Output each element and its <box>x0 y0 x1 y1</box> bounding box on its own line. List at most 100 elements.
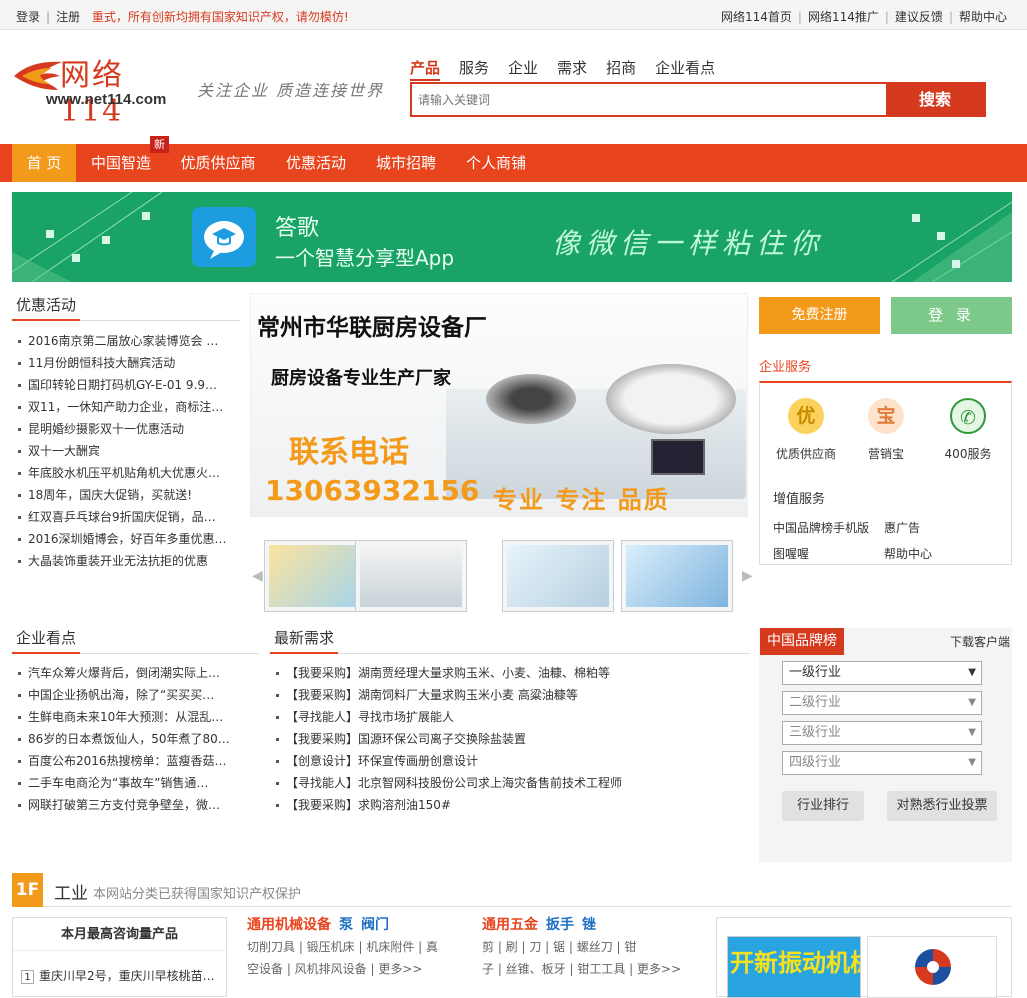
value-added-title: 增值服务 <box>773 492 826 507</box>
demand-item[interactable]: 【我要采购】湖南饲料厂大量求购玉米小麦 高粱油糠等 <box>270 684 750 706</box>
register-link[interactable]: 注册 <box>56 10 80 24</box>
search-tabs: 产品 服务 企业 需求 招商 企业看点 <box>410 57 734 81</box>
next-arrow-icon[interactable]: ▶ <box>742 568 753 584</box>
feedback-link[interactable]: 建议反馈 <box>895 10 943 24</box>
prev-arrow-icon[interactable]: ◀ <box>252 568 263 584</box>
hotline-label[interactable]: 400服务 <box>928 445 1008 462</box>
nav-jobs[interactable]: 城市招聘 <box>365 144 447 182</box>
category-sub[interactable]: 锉 <box>582 917 596 933</box>
list-item[interactable]: 11月份朗恒科技大酬宾活动 <box>12 352 240 374</box>
category-links[interactable]: 切削刀具 | 锻压机床 | 机床附件 | 真 <box>247 936 462 958</box>
rank-number: 1 <box>21 970 34 984</box>
nav-promotions[interactable]: 优惠活动 <box>275 144 357 182</box>
floor-name[interactable]: 工业 <box>54 879 88 904</box>
latest-demands-section: 最新需求 【我要采购】湖南贾经理大量求购玉米、小麦、油糠、棉粕等 【我要采购】湖… <box>270 627 750 816</box>
featured-ad[interactable]: 常州市华联厨房设备厂 厨房设备专业生产厂家 联系电话 13063932156 专… <box>250 293 748 517</box>
list-item[interactable]: 网联打破第三方支付竞争壁垒，微… <box>12 794 259 816</box>
enterprise-news-list: 汽车众筹火爆背后，倒闭潮实际上… 中国企业扬帆出海，除了“买买买… 生鲜电商未来… <box>12 662 259 816</box>
category-title[interactable]: 通用五金 <box>482 917 538 933</box>
download-client-link[interactable]: 下载客户端 <box>950 633 1010 650</box>
marketing-label[interactable]: 营销宝 <box>846 445 926 462</box>
ad-image[interactable]: 开新振动机械 <box>727 936 861 998</box>
category-sub[interactable]: 阀门 <box>361 917 389 933</box>
top-product-row[interactable]: 1 重庆川早2号，重庆川早核桃苗… <box>21 967 215 984</box>
search-button[interactable]: 搜索 <box>886 84 984 115</box>
supplier-label[interactable]: 优质供应商 <box>766 445 846 462</box>
category-links[interactable]: 子 | 丝锥、板牙 | 钳工工具 | 更多>> <box>482 958 697 980</box>
free-register-button[interactable]: 免费注册 <box>759 297 880 334</box>
tab-services[interactable]: 服务 <box>459 59 489 77</box>
app-icon <box>192 207 256 267</box>
top-products-box: 本月最高咨询量产品 1 重庆川早2号，重庆川早核桃苗… <box>12 917 227 997</box>
demand-item[interactable]: 【我要采购】国源环保公司离子交换除盐装置 <box>270 728 750 750</box>
thumbnail[interactable] <box>621 540 733 612</box>
list-item[interactable]: 大晶装饰重装开业无法抗拒的优惠 <box>12 550 240 572</box>
list-item[interactable]: 2016南京第二届放心家装博览会 … <box>12 330 240 352</box>
industry-level-3-select[interactable]: 三级行业 ▼ <box>782 721 982 745</box>
latest-demands-title: 最新需求 <box>270 627 750 654</box>
industry-rank-button[interactable]: 行业排行 <box>782 791 864 821</box>
list-item[interactable]: 红双喜乒乓球台9折国庆促销，品… <box>12 506 240 528</box>
demand-item[interactable]: 【我要采购】求购溶剂油150# <box>270 794 750 816</box>
category-title[interactable]: 通用机械设备 <box>247 917 331 933</box>
list-item[interactable]: 国印转轮日期打码机GY-E-01 9.9… <box>12 374 240 396</box>
demand-item[interactable]: 【我要采购】湖南贾经理大量求购玉米、小麦、油糠、棉粕等 <box>270 662 750 684</box>
list-item[interactable]: 汽车众筹火爆背后，倒闭潮实际上… <box>12 662 259 684</box>
list-item[interactable]: 双十一大酬宾 <box>12 440 240 462</box>
demand-item[interactable]: 【寻找能人】北京智网科技股份公司求上海灾备售前技术工程师 <box>270 772 750 794</box>
category-sub[interactable]: 泵 <box>339 917 353 933</box>
list-item[interactable]: 生鲜电商未来10年大预测：从混乱… <box>12 706 259 728</box>
value-added-link[interactable]: 惠广告 <box>884 519 920 536</box>
value-added-link[interactable]: 图喔喔 <box>773 545 809 562</box>
login-button[interactable]: 登 录 <box>891 297 1012 334</box>
supplier-icon[interactable]: 优 <box>788 398 824 434</box>
nav-suppliers[interactable]: 优质供应商 <box>170 144 266 182</box>
tab-products[interactable]: 产品 <box>410 59 441 81</box>
tab-demands[interactable]: 需求 <box>557 59 587 77</box>
thumbnail[interactable] <box>355 540 467 612</box>
promote-link[interactable]: 网络114推广 <box>808 10 879 24</box>
industry-level-2-select[interactable]: 二级行业 ▼ <box>782 691 982 715</box>
featured-phone: 13063932156 <box>265 474 480 507</box>
value-added-link[interactable]: 中国品牌榜手机版 <box>773 519 869 536</box>
category-links[interactable]: 剪 | 刷 | 刀 | 锯 | 螺丝刀 | 钳 <box>482 936 697 958</box>
demand-item[interactable]: 【创意设计】环保宣传画册创意设计 <box>270 750 750 772</box>
nav-home[interactable]: 首 页 <box>12 144 76 182</box>
marketing-icon[interactable]: 宝 <box>868 398 904 434</box>
enterprise-services-box: 优 优质供应商 宝 营销宝 ✆ 400服务 增值服务 中国品牌榜手机版 惠广告 … <box>759 381 1012 565</box>
search-input[interactable] <box>414 86 884 113</box>
list-item[interactable]: 双11，一休知产助力企业，商标注… <box>12 396 240 418</box>
category-sub[interactable]: 扳手 <box>546 917 574 933</box>
ad-banner[interactable]: 答歌 一个智慧分享型App 像微信一样粘住你 <box>12 192 1012 282</box>
thumbnail-strip: ◀ ▶ <box>252 538 753 614</box>
thumbnail[interactable] <box>502 540 614 612</box>
industry-level-4-select[interactable]: 四级行业 ▼ <box>782 751 982 775</box>
brand-ranking-tab[interactable]: 中国品牌榜 <box>760 628 844 655</box>
value-added-link[interactable]: 帮助中心 <box>884 545 932 562</box>
tab-enterprise-news[interactable]: 企业看点 <box>655 59 715 77</box>
nav-shops[interactable]: 个人商铺 <box>455 144 537 182</box>
tab-companies[interactable]: 企业 <box>508 59 538 77</box>
ad-logo[interactable] <box>867 936 997 998</box>
list-item[interactable]: 年底胶水机压平机贴角机大优惠火… <box>12 462 240 484</box>
phone-icon[interactable]: ✆ <box>950 398 986 434</box>
demand-item[interactable]: 【寻找能人】寻找市场扩展能人 <box>270 706 750 728</box>
help-link[interactable]: 帮助中心 <box>959 10 1007 24</box>
floor-ads: 开新振动机械 <box>716 917 1012 998</box>
list-item[interactable]: 百度公布2016热搜榜单：蓝瘦香菇… <box>12 750 259 772</box>
logo-url: www.net114.com <box>46 91 167 108</box>
site-logo[interactable]: 网络114 www.net114.com <box>12 50 187 129</box>
list-item[interactable]: 2016深圳婚博会，好百年多重优惠… <box>12 528 240 550</box>
list-item[interactable]: 中国企业扬帆出海，除了“买买买… <box>12 684 259 706</box>
list-item[interactable]: 18周年，国庆大促销，买就送! <box>12 484 240 506</box>
category-links[interactable]: 空设备 | 风机排风设备 | 更多>> <box>247 958 462 980</box>
ad-text: 开新振动机械 <box>730 949 861 977</box>
list-item[interactable]: 86岁的日本煮饭仙人，50年煮了80… <box>12 728 259 750</box>
login-link[interactable]: 登录 <box>16 10 40 24</box>
vote-button[interactable]: 对熟悉行业投票 <box>887 791 997 821</box>
list-item[interactable]: 昆明婚纱摄影双十一优惠活动 <box>12 418 240 440</box>
industry-level-1-select[interactable]: 一级行业 ▼ <box>782 661 982 685</box>
list-item[interactable]: 二手车电商沦为“事故车”销售通… <box>12 772 259 794</box>
home-link[interactable]: 网络114首页 <box>721 10 792 24</box>
tab-investment[interactable]: 招商 <box>606 59 636 77</box>
